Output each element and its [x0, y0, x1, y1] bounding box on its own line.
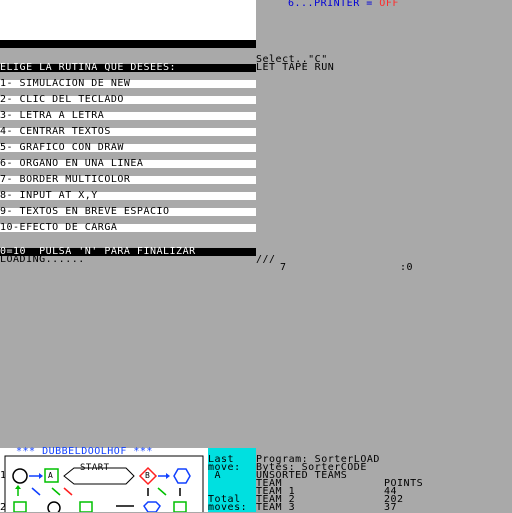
game-board: [4, 455, 204, 512]
menu-item-label: 5- GRAFICO CON DRAW: [0, 142, 124, 153]
box-a-label: A: [48, 471, 54, 480]
menu-item-1[interactable]: 1- SIMULACION DE NEW: [0, 78, 256, 89]
start-label: START: [80, 463, 110, 473]
menu-item-label: 8- INPUT AT X,Y: [0, 190, 98, 201]
hexagon-icon: [173, 468, 191, 484]
hexagon-icon-2: [143, 501, 161, 512]
menu-item-label: 6- ORGANO EN UNA LINEA: [0, 158, 144, 169]
printer-label: 6...PRINTER =: [288, 0, 380, 9]
last-move-value: A: [208, 470, 222, 481]
arrow-head-icon: [39, 473, 43, 479]
menu-item-2[interactable]: 2- CLIC DEL TECLADO: [0, 94, 256, 105]
sorter-console: Program: SorterLOAD Bytes: SorterCODE UN…: [256, 448, 512, 513]
menu-item-10[interactable]: 10-EFECTO DE CARGA: [0, 222, 256, 233]
arrow-diag-icon-3: [63, 487, 73, 496]
tape-text: LET TAPE RUN: [256, 62, 335, 73]
arrow-up-head: [15, 485, 21, 489]
game-title: *** DUBBELDOOLHOF ***: [16, 446, 153, 457]
zero-text: :0: [400, 262, 414, 273]
square-icon-2: [13, 501, 27, 512]
menu-item-9[interactable]: 9- TEXTOS EN BREVE ESPACIO: [0, 206, 256, 217]
menu-item-5[interactable]: 5- GRAFICO CON DRAW: [0, 142, 256, 153]
top-black-bar: [0, 40, 256, 48]
printer-status: 6...PRINTER = OFF: [288, 0, 399, 9]
menu-item-8[interactable]: 8- INPUT AT X,Y: [0, 190, 256, 201]
arrow-diag-icon: [31, 487, 41, 496]
game-panel: *** DUBBELDOOLHOF *** START A B 1 2: [0, 446, 208, 513]
arrow-diag-icon-2: [51, 487, 61, 496]
move-panel: Last move: A Total moves:: [208, 448, 256, 513]
box-b-label: B: [145, 471, 151, 480]
menu-item-3[interactable]: 3- LETRA A LETRA: [0, 110, 256, 121]
square-icon-4: [173, 501, 187, 512]
menu-item-6[interactable]: 6- ORGANO EN UNA LINEA: [0, 158, 256, 169]
team-row-name: TEAM 3: [256, 502, 296, 513]
menu-item-label: 1- SIMULACION DE NEW: [0, 78, 131, 89]
menu-item-4[interactable]: 4- CENTRAR TEXTOS: [0, 126, 256, 137]
menu-item-label: 7- BORDER MULTICOLOR: [0, 174, 131, 185]
menu-item-label: 10-EFECTO DE CARGA: [0, 222, 118, 233]
circle-icon-2: [47, 501, 61, 512]
team-row-points: 37: [384, 502, 398, 513]
menu-item-label: 2- CLIC DEL TECLADO: [0, 94, 124, 105]
arrow-head-icon-2: [166, 473, 170, 479]
menu-header: ELIGE LA RUTINA QUE DESEES:: [0, 62, 256, 73]
menu-item-7[interactable]: 7- BORDER MULTICOLOR: [0, 174, 256, 185]
moves-label: moves:: [208, 502, 248, 513]
menu-item-label: 3- LETRA A LETRA: [0, 110, 105, 121]
row-1-label: 1: [0, 470, 7, 481]
menu-header-text: ELIGE LA RUTINA QUE DESEES:: [0, 62, 177, 73]
seven-text: 7: [280, 262, 287, 273]
circle-icon: [12, 468, 28, 484]
loading-text: LOADING......: [0, 254, 85, 265]
slashes-text: ///: [256, 254, 276, 265]
menu-item-label: 4- CENTRAR TEXTOS: [0, 126, 111, 137]
top-white-area: [0, 0, 256, 40]
row-2-label: 2: [0, 502, 7, 513]
printer-state: OFF: [379, 0, 399, 9]
square-icon-3: [79, 501, 93, 512]
arrow-diag-icon-4: [157, 487, 167, 496]
menu-item-label: 9- TEXTOS EN BREVE ESPACIO: [0, 206, 170, 217]
